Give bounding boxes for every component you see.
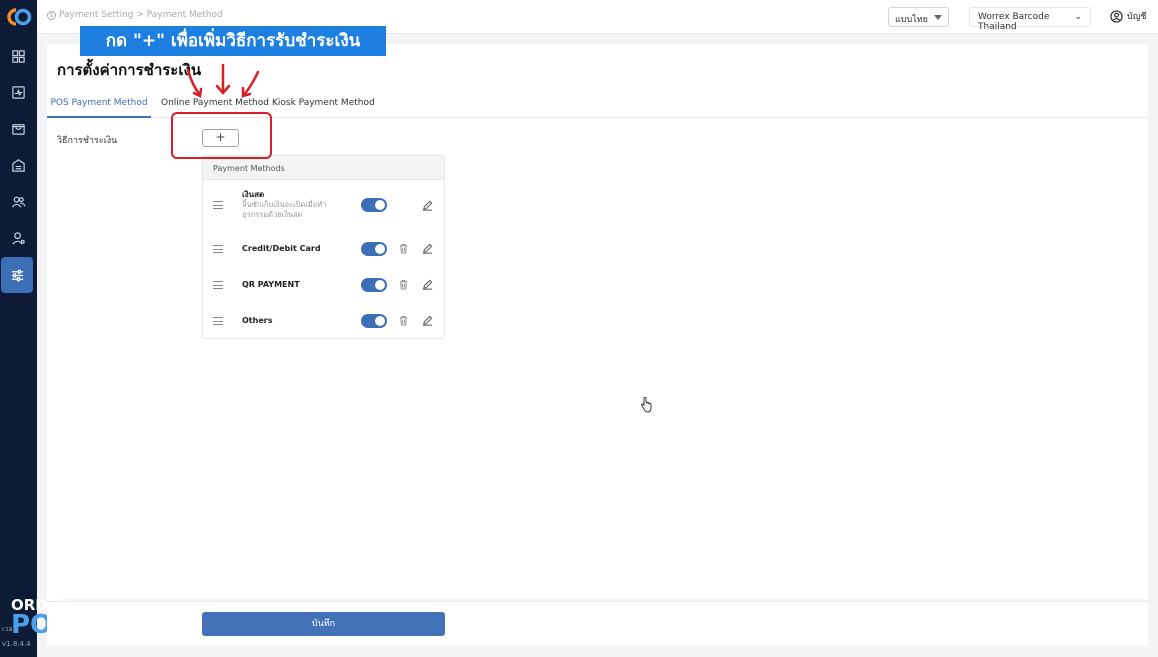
logo-icon: [7, 8, 32, 26]
account-menu[interactable]: บัญชี: [1110, 9, 1147, 23]
list-item: Credit/Debit Card: [203, 231, 446, 267]
drag-handle-icon[interactable]: [213, 201, 223, 209]
drag-handle-icon[interactable]: [213, 245, 223, 253]
inventory-icon: [12, 158, 25, 172]
breadcrumb-text: Payment Setting > Payment Method: [59, 10, 223, 20]
store-select[interactable]: Worrex Barcode Thailand ⌄: [969, 7, 1091, 32]
nav-staff[interactable]: [0, 220, 37, 256]
method-toggle[interactable]: [361, 278, 387, 292]
tab-kiosk-payment[interactable]: Kiosk Payment Method: [272, 98, 375, 118]
nav-settings[interactable]: [1, 257, 33, 293]
store-value: Worrex Barcode Thailand: [978, 12, 1050, 32]
sidebar: ORDER POS เวอ v1.8.4.4: [0, 0, 71, 657]
add-button-highlight: [171, 112, 272, 159]
list-item: QR PAYMENT: [203, 267, 446, 303]
coin-icon: $: [47, 10, 56, 20]
payment-methods-header: Payment Methods: [203, 156, 444, 180]
hand-cursor-icon: [641, 397, 652, 413]
settings-sliders-icon: [11, 269, 23, 281]
language-select[interactable]: แบบไทย: [888, 7, 949, 27]
payment-method-label: วิธีการชำระเงิน: [57, 136, 118, 146]
nav-pos[interactable]: [0, 74, 37, 110]
customers-icon: [11, 196, 26, 208]
version-text: v1.8.4.4: [2, 640, 31, 648]
account-label: บัญชี: [1127, 12, 1147, 22]
method-name: Credit/Debit Card: [242, 244, 321, 253]
version-prefix: เวอ: [2, 625, 13, 633]
edit-icon[interactable]: [422, 200, 433, 211]
breadcrumb: $ Payment Setting > Payment Method: [47, 10, 223, 20]
chevron-down-icon: ⌄: [1074, 12, 1082, 22]
method-description: ลิ้นชักเก็บเงินจะเปิดเมื่อทำธุรกรรมด้วยเ…: [242, 200, 327, 219]
payment-methods-list: Payment Methods เงินสด ลิ้นชักเก็บเงินจะ…: [202, 155, 445, 339]
dashboard-icon: [12, 49, 25, 63]
method-toggle[interactable]: [361, 198, 387, 212]
caret-down-icon: [934, 15, 942, 20]
method-toggle[interactable]: [361, 242, 387, 256]
nav-customers[interactable]: [0, 183, 37, 219]
language-value: แบบไทย: [895, 15, 928, 25]
trash-icon[interactable]: [399, 279, 408, 290]
drag-handle-icon[interactable]: [213, 317, 223, 325]
edit-icon[interactable]: [422, 279, 433, 290]
tutorial-banner: กด "+" เพื่อเพิ่มวิธีการรับชำระเงิน: [80, 26, 386, 56]
save-button[interactable]: บันทึก: [202, 612, 445, 636]
user-icon: [1110, 9, 1123, 23]
red-arrows-icon: [186, 63, 260, 98]
edit-icon[interactable]: [422, 243, 433, 254]
method-name: QR PAYMENT: [242, 280, 300, 289]
trash-icon[interactable]: [399, 243, 408, 254]
pos-icon: [12, 85, 25, 99]
list-item: Others: [203, 303, 446, 339]
method-name: Others: [242, 316, 273, 325]
edit-icon[interactable]: [422, 315, 433, 326]
nav-inventory[interactable]: [0, 147, 37, 183]
trash-icon[interactable]: [399, 315, 408, 326]
drag-handle-icon[interactable]: [213, 281, 223, 289]
nav-orders[interactable]: [0, 110, 37, 146]
tab-pos-payment[interactable]: POS Payment Method: [47, 98, 151, 118]
nav-dashboard[interactable]: [0, 38, 37, 74]
list-item: เงินสด ลิ้นชักเก็บเงินจะเปิดเมื่อทำธุรกร…: [203, 183, 446, 227]
staff-icon: [12, 231, 25, 245]
footer-bar: บันทึก: [47, 601, 1148, 646]
bag-icon: [12, 123, 25, 135]
method-toggle[interactable]: [361, 314, 387, 328]
